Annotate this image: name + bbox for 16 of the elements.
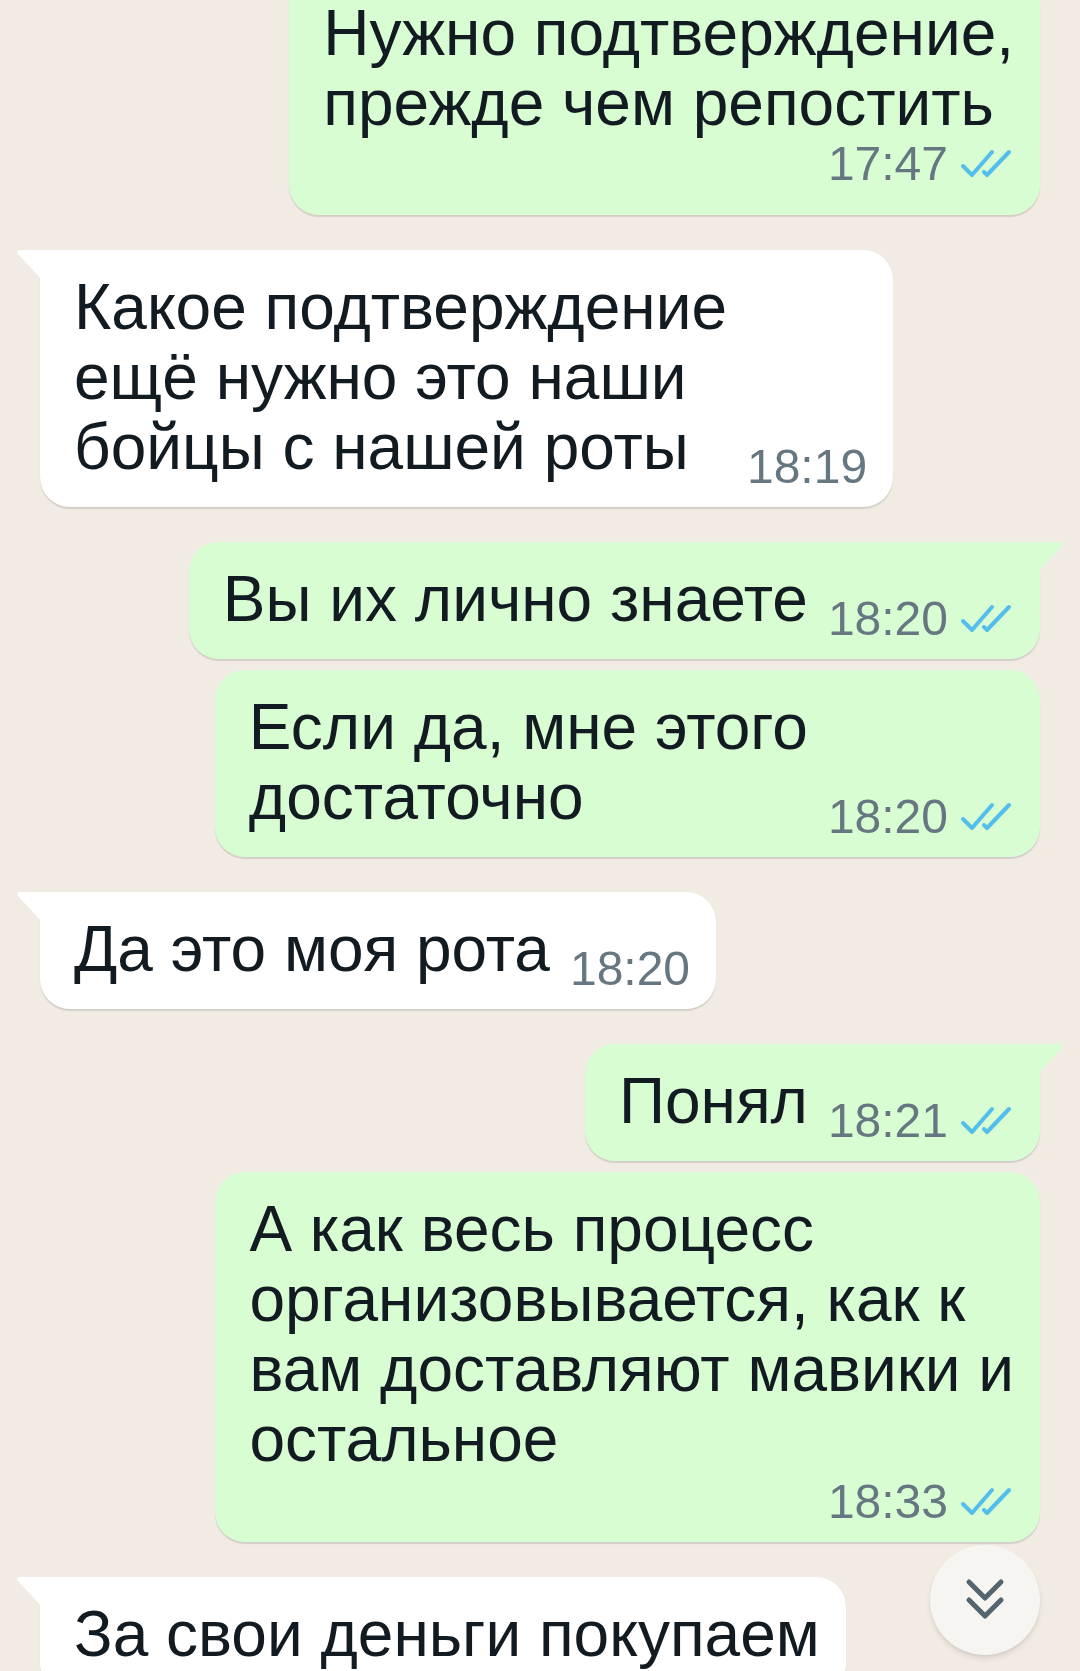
message-time: 18:21 <box>827 1095 948 1147</box>
message-text: Понял <box>618 1065 808 1137</box>
message-text: Вы их лично знаете <box>222 563 808 635</box>
message-time: 18:20 <box>827 593 948 645</box>
message-time: 18:20 <box>569 943 691 995</box>
message-text: За свои деньги покупаем <box>74 1598 820 1670</box>
message-time: 18:19 <box>746 441 868 493</box>
message-text: Да это моя рота <box>74 913 550 985</box>
message-text: А как весь процесс организовывается, как к вам доставляют мавики и остальное <box>249 1193 1014 1475</box>
message-text: Нужно подтверждение, прежде чем репостить <box>323 0 1014 139</box>
message-text: Если да, мне этого достаточно <box>248 691 808 833</box>
message-time: 18:33 <box>827 1476 948 1528</box>
double-chevron-down-icon <box>965 1578 1005 1622</box>
message-time: 17:47 <box>827 138 948 190</box>
message-text: Какое подтверждение ещё нужно это наши бойцы с нашей роты <box>74 271 727 483</box>
message-time: 18:20 <box>827 791 948 843</box>
